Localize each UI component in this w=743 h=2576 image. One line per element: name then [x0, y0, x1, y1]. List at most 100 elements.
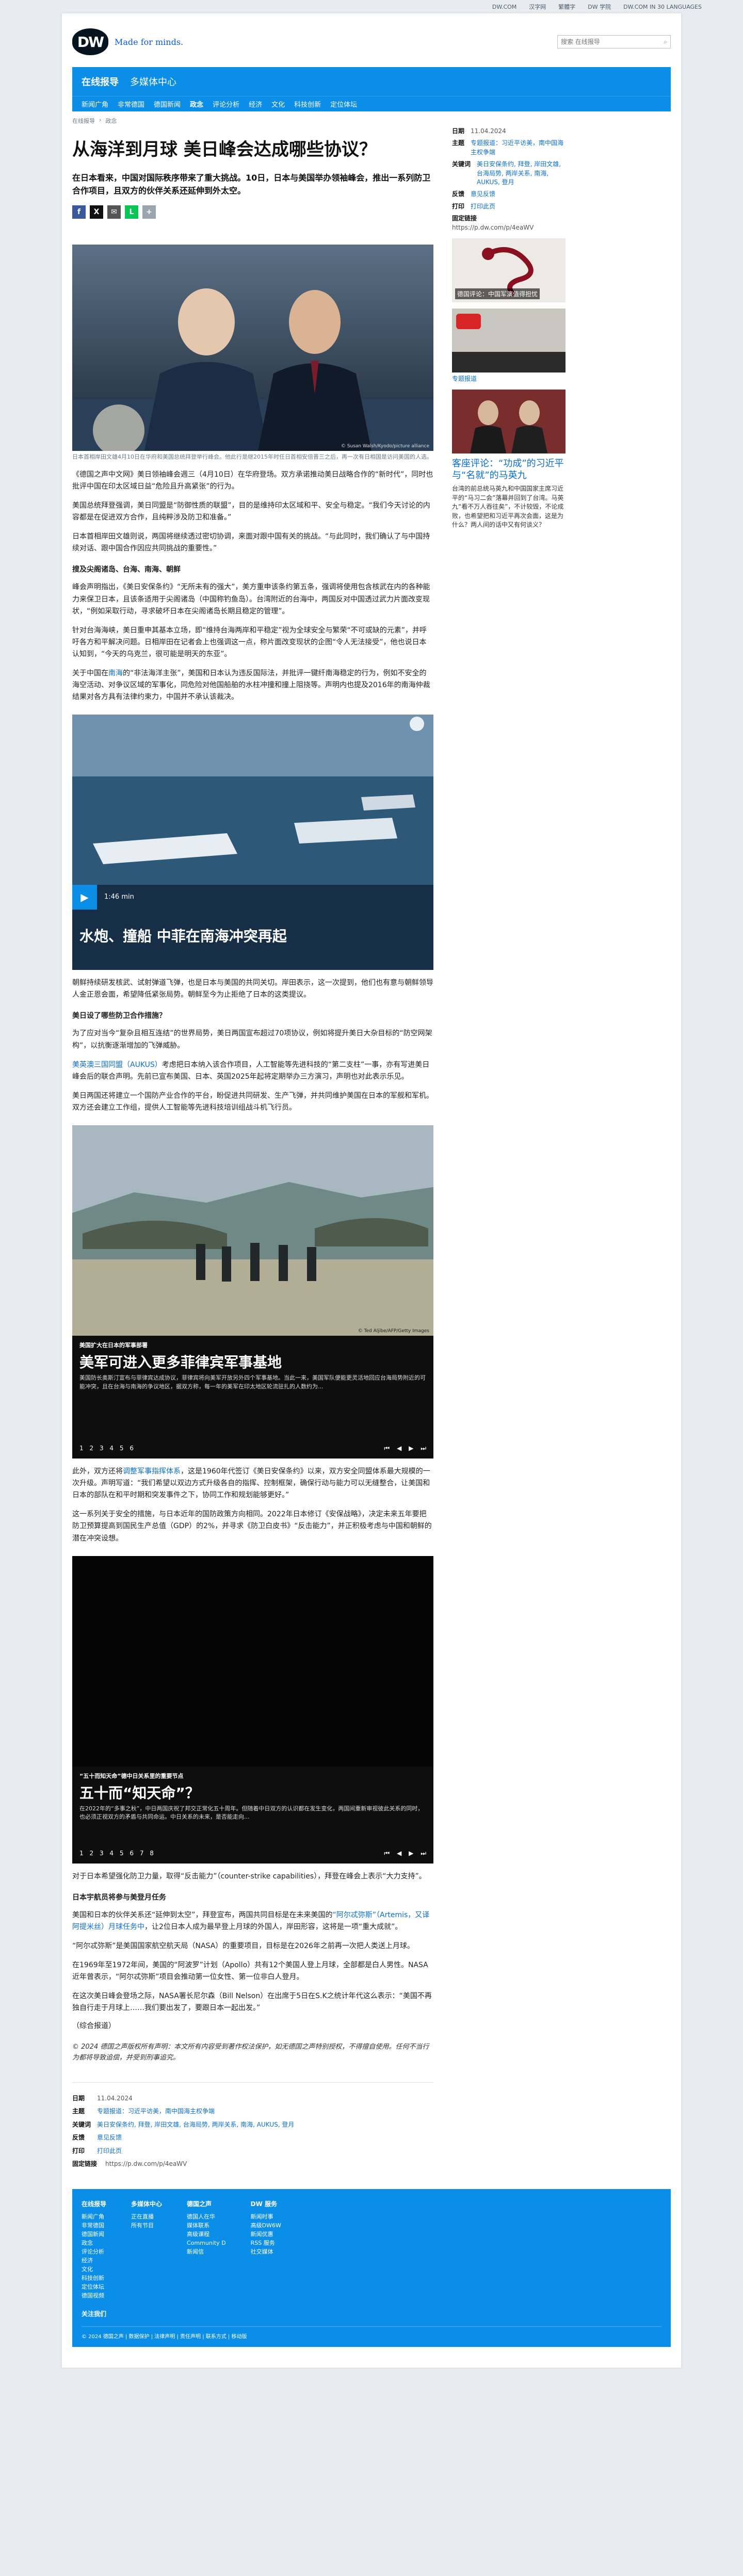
- nav-tab-multimedia[interactable]: 多媒体中心: [130, 75, 176, 88]
- nav-sub-item[interactable]: 经济: [249, 99, 262, 109]
- footer-heading[interactable]: DW 服务: [251, 2199, 281, 2209]
- last-icon[interactable]: ⏭: [421, 1850, 426, 1857]
- gallery-page[interactable]: 8: [150, 1850, 154, 1857]
- side-print-link[interactable]: 打印此页: [471, 202, 495, 211]
- footer-link[interactable]: 政念: [82, 2239, 106, 2247]
- search-input[interactable]: [561, 38, 654, 45]
- meta-topic-link[interactable]: 专题报道：习近平访美，南中国海主权争端: [97, 2107, 215, 2116]
- gallery-page[interactable]: 1: [79, 1445, 84, 1452]
- legal-link[interactable]: 责任声明: [180, 2334, 201, 2340]
- footer-link[interactable]: 新闻信: [187, 2247, 226, 2256]
- footer-link[interactable]: 非常德国: [82, 2221, 106, 2230]
- video-player[interactable]: ▶ 1:46 min 水炮、撞船 中菲在南海冲突再起: [72, 715, 433, 970]
- search-box[interactable]: ⌕: [557, 35, 671, 48]
- facebook-share-icon[interactable]: f: [72, 205, 86, 219]
- search-icon[interactable]: ⌕: [664, 38, 667, 46]
- nav-sub-item[interactable]: 非常德国: [118, 99, 144, 109]
- footer-link[interactable]: 德国视频: [82, 2291, 106, 2300]
- email-share-icon[interactable]: ✉: [107, 205, 121, 219]
- side-card[interactable]: 德国评论：中国军演值得担忧: [452, 238, 566, 302]
- breadcrumb-item[interactable]: 政念: [105, 117, 117, 125]
- topstrip-link[interactable]: DW 学院: [588, 3, 611, 11]
- nav-sub-item[interactable]: 科技创新: [294, 99, 321, 109]
- nav-sub-item[interactable]: 定位体坛: [330, 99, 357, 109]
- image-gallery-1[interactable]: © Ted Aljibe/AFP/Getty Images 美国扩大在日本的军事…: [72, 1125, 433, 1459]
- feedback-link[interactable]: 意见反馈: [97, 2133, 122, 2142]
- gallery-page[interactable]: 4: [109, 1850, 114, 1857]
- nav-tab-online[interactable]: 在线报导: [82, 75, 119, 88]
- gallery-page[interactable]: 2: [89, 1445, 93, 1452]
- footer-heading[interactable]: 德国之声: [187, 2199, 226, 2209]
- nav-sub-item[interactable]: 文化: [271, 99, 285, 109]
- gallery-page[interactable]: 5: [120, 1445, 124, 1452]
- gallery-page[interactable]: 1: [79, 1850, 84, 1857]
- footer-link[interactable]: 新闻时事: [251, 2212, 281, 2221]
- more-share-icon[interactable]: +: [142, 205, 156, 219]
- footer-link[interactable]: 媒体联系: [187, 2221, 226, 2230]
- prev-icon[interactable]: ◀: [397, 1850, 401, 1857]
- inline-link[interactable]: 南海: [108, 669, 123, 677]
- footer-link[interactable]: 德国新闻: [82, 2230, 106, 2239]
- side-card[interactable]: 专题报道: [452, 308, 566, 383]
- footer-link[interactable]: 定位体坛: [82, 2282, 106, 2291]
- prev-icon[interactable]: ◀: [397, 1445, 401, 1452]
- gallery-page[interactable]: 4: [109, 1445, 114, 1452]
- footer-link[interactable]: 文化: [82, 2265, 106, 2274]
- nav-sub-item[interactable]: 新闻广角: [82, 99, 108, 109]
- side-topic-link[interactable]: 专题报道：习近平访美，南中国海主权争端: [471, 139, 566, 157]
- gallery-page[interactable]: 2: [89, 1850, 93, 1857]
- topstrip-link[interactable]: DW.COM: [492, 4, 516, 10]
- gallery-page[interactable]: 3: [100, 1445, 104, 1452]
- meta-keywords[interactable]: 美日安保条约, 拜登, 岸田文雄, 台海局势, 两岸关系, 南海, AUKUS,…: [97, 2120, 294, 2129]
- play-icon[interactable]: ▶: [72, 885, 97, 910]
- gallery-page[interactable]: 5: [120, 1850, 124, 1857]
- footer-link[interactable]: 社交媒体: [251, 2247, 281, 2256]
- footer-link[interactable]: 新闻广角: [82, 2212, 106, 2221]
- inline-link[interactable]: 调整军事指挥体系: [123, 1467, 181, 1476]
- side-card-title[interactable]: 专题报道: [452, 375, 566, 383]
- topstrip-link[interactable]: DW.COM IN 30 LANGUAGES: [623, 4, 702, 10]
- footer-link[interactable]: 所有节目: [131, 2221, 162, 2230]
- footer-link[interactable]: 经济: [82, 2256, 106, 2265]
- dw-logo[interactable]: DW: [72, 28, 108, 55]
- line-share-icon[interactable]: L: [125, 205, 138, 219]
- print-link[interactable]: 打印此页: [97, 2147, 122, 2156]
- next-icon[interactable]: ▶: [409, 1445, 413, 1452]
- legal-link[interactable]: 法律声明: [154, 2334, 175, 2340]
- first-icon[interactable]: ⏮: [384, 1850, 390, 1857]
- footer-link[interactable]: 德国人在华: [187, 2212, 226, 2221]
- side-feedback-link[interactable]: 意见反馈: [471, 190, 495, 199]
- topstrip-link[interactable]: 汉字网: [529, 3, 546, 11]
- gallery-page[interactable]: 3: [100, 1850, 104, 1857]
- footer-link[interactable]: 高级DW6W: [251, 2221, 281, 2230]
- image-gallery-2[interactable]: “五十而知天命”德中日关系里的重要节点 五十而“知天命”？ 在2022年的“多事…: [72, 1556, 433, 1864]
- gallery-page[interactable]: 7: [140, 1850, 144, 1857]
- gallery-page[interactable]: 6: [130, 1445, 134, 1452]
- legal-link[interactable]: 联系方式: [206, 2334, 227, 2340]
- side-permalink[interactable]: https://p.dw.com/p/4eaWV: [452, 223, 566, 232]
- first-icon[interactable]: ⏮: [384, 1445, 390, 1452]
- breadcrumb-item[interactable]: 在线报导: [72, 117, 95, 125]
- legal-link[interactable]: 移动版: [231, 2334, 247, 2340]
- permalink-value[interactable]: https://p.dw.com/p/4eaWV: [105, 2160, 187, 2168]
- nav-sub-item[interactable]: 评论分析: [213, 99, 239, 109]
- nav-sub-item[interactable]: 德国新闻: [154, 99, 181, 109]
- footer-link[interactable]: 高级课程: [187, 2230, 226, 2239]
- footer-link[interactable]: 科技创新: [82, 2274, 106, 2282]
- legal-link[interactable]: 数据保护: [129, 2334, 150, 2340]
- topstrip-link[interactable]: 繁體字: [558, 3, 575, 11]
- side-keywords[interactable]: 美日安保条约, 拜登, 岸田文雄, 台海局势, 两岸关系, 南海, AUKUS,…: [477, 160, 566, 187]
- side-card-featured[interactable]: 客座评论：“功成”的习近平与“名就”的马英九 台湾的前总统马英九和中国国家主席习…: [452, 389, 566, 530]
- footer-link[interactable]: Community D: [187, 2239, 226, 2247]
- side-featured-title[interactable]: 客座评论：“功成”的习近平与“名就”的马英九: [452, 458, 566, 482]
- last-icon[interactable]: ⏭: [421, 1445, 426, 1452]
- inline-link[interactable]: 美英澳三国同盟（AUKUS）: [72, 1061, 162, 1069]
- footer-link[interactable]: 新闻优惠: [251, 2230, 281, 2239]
- nav-sub-item-active[interactable]: 政念: [190, 99, 203, 109]
- gallery-page[interactable]: 6: [130, 1850, 134, 1857]
- x-share-icon[interactable]: X: [90, 205, 103, 219]
- footer-heading[interactable]: 在线报导: [82, 2199, 106, 2209]
- next-icon[interactable]: ▶: [409, 1850, 413, 1857]
- footer-link[interactable]: 评论分析: [82, 2247, 106, 2256]
- footer-link[interactable]: 正在直播: [131, 2212, 162, 2221]
